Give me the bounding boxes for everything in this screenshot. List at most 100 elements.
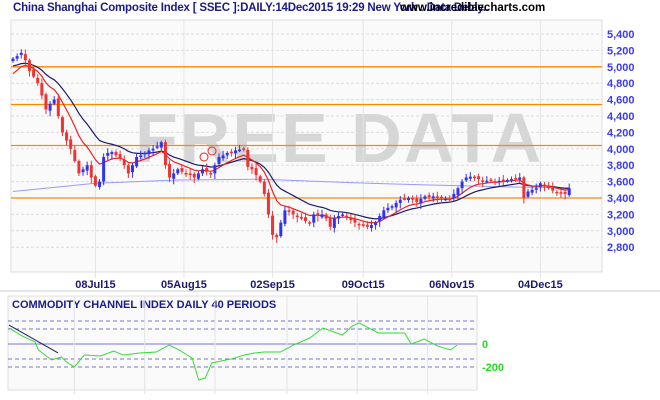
candle-up: [419, 198, 423, 204]
candle-down: [36, 77, 40, 84]
candle-down: [69, 139, 73, 149]
candle-down: [357, 223, 361, 226]
candle-up: [526, 191, 530, 197]
candle-up: [369, 225, 373, 228]
candle-down: [73, 150, 77, 162]
candle-up: [510, 179, 514, 181]
candle-up: [172, 173, 176, 179]
candle-down: [209, 172, 213, 175]
candle-down: [514, 177, 518, 180]
candle-down: [304, 217, 308, 221]
candle-up: [464, 177, 468, 181]
candle-up: [217, 157, 221, 164]
candle-down: [324, 214, 328, 219]
candle-up: [423, 196, 427, 199]
candle-up: [221, 155, 225, 159]
candle-down: [44, 94, 48, 110]
candle-down: [40, 83, 44, 96]
candle-down: [205, 168, 209, 172]
candle-down: [353, 218, 357, 223]
candle-down: [77, 161, 81, 174]
y-tick-label: 3,600: [607, 177, 635, 189]
candle-down: [439, 196, 443, 199]
candle-up: [407, 198, 411, 201]
candle-down: [291, 210, 295, 215]
y-tick-label: 5,200: [607, 45, 635, 57]
candle-down: [242, 148, 246, 150]
x-tick-label: 02Sep15: [250, 279, 295, 291]
y-tick-label: 4,000: [607, 144, 635, 156]
candle-up: [530, 189, 534, 193]
candle-up: [102, 157, 106, 182]
candle-up: [431, 196, 435, 199]
candle-up: [279, 222, 283, 237]
candle-down: [184, 172, 188, 175]
candle-down: [192, 173, 196, 178]
candle-up: [518, 177, 522, 180]
candle-up: [456, 188, 460, 196]
candle-down: [32, 69, 36, 77]
y-tick-label: 2,800: [607, 242, 635, 254]
candle-down: [402, 198, 406, 200]
candle-down: [547, 185, 551, 189]
candle-up: [312, 214, 316, 223]
candle-down: [361, 224, 365, 226]
cci-y-tick-label: 0: [482, 339, 488, 351]
candle-down: [229, 151, 233, 154]
y-tick-label: 4,600: [607, 95, 635, 107]
y-tick-label: 3,400: [607, 193, 635, 205]
candle-down: [522, 177, 526, 198]
candle-down: [168, 163, 172, 178]
candle-down: [56, 98, 60, 116]
candle-down: [308, 222, 312, 224]
candle-up: [151, 148, 155, 151]
y-tick-label: 4,200: [607, 127, 635, 139]
cci-y-tick-label: -200: [482, 362, 504, 374]
candle-up: [386, 207, 390, 211]
candle-down: [89, 165, 93, 178]
candle-down: [258, 176, 262, 182]
candle-down: [435, 196, 439, 198]
candle-up: [336, 216, 340, 219]
candle-up: [320, 214, 324, 218]
candle-up: [283, 210, 287, 224]
candle-up: [341, 214, 345, 216]
candle-down: [411, 198, 415, 200]
candle-up: [85, 165, 89, 171]
candle-down: [60, 117, 64, 133]
candle-up: [374, 222, 378, 226]
candle-down: [477, 176, 481, 180]
candle-up: [98, 181, 102, 187]
candle-up: [497, 180, 501, 183]
candle-down: [122, 159, 126, 166]
candle-down: [345, 215, 349, 218]
candle-up: [155, 146, 159, 148]
y-tick-label: 5,000: [607, 62, 635, 74]
candle-up: [81, 169, 85, 173]
candle-down: [246, 150, 250, 167]
candle-up: [505, 179, 509, 182]
candle-up: [534, 188, 538, 190]
candle-down: [118, 154, 122, 159]
candle-down: [316, 213, 320, 217]
candle-down: [349, 217, 353, 221]
candle-down: [188, 173, 192, 176]
candle-up: [176, 169, 180, 174]
candle-up: [460, 181, 464, 189]
candle-up: [19, 52, 23, 55]
candle-down: [262, 181, 266, 194]
candle-up: [468, 176, 472, 179]
candle-down: [275, 234, 279, 238]
candle-down: [250, 166, 254, 170]
candle-up: [196, 173, 200, 179]
candle-up: [225, 152, 229, 156]
candle-down: [27, 60, 31, 71]
candle-down: [489, 179, 493, 182]
candle-down: [563, 191, 567, 194]
candle-up: [382, 210, 386, 218]
y-tick-label: 3,000: [607, 226, 635, 238]
candle-up: [567, 188, 571, 196]
candle-down: [328, 217, 332, 227]
candle-down: [271, 215, 275, 235]
candle-down: [295, 215, 299, 218]
